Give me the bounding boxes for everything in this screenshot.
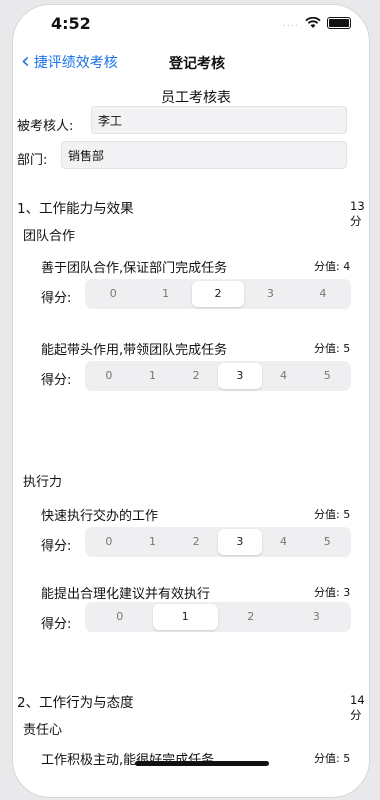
score-segmented-control[interactable]: 0 1 2 3 4 (85, 279, 351, 309)
group-title: 责任心 (23, 723, 63, 738)
item-weight: 分值: 3 (314, 586, 351, 599)
section-title: 1、工作能力与效果 (17, 201, 134, 217)
score-option-selected[interactable]: 1 (152, 604, 218, 630)
battery-icon (327, 17, 351, 29)
department-field[interactable]: 销售部 (61, 141, 347, 169)
status-time: 4:52 (51, 14, 91, 33)
score-option[interactable]: 3 (244, 281, 296, 307)
score-label: 得分: (41, 373, 72, 388)
score-label: 得分: (41, 291, 72, 306)
score-option[interactable]: 4 (262, 363, 306, 389)
score-option[interactable]: 0 (87, 604, 153, 630)
item-text: 能起带头作用,带领团队完成任务 (41, 343, 228, 358)
assessee-label: 被考核人: (17, 119, 74, 134)
status-icons: .... (282, 17, 351, 29)
section-title: 2、工作行为与态度 (17, 695, 134, 711)
phone-screen: 4:52 .... ‹ 捷评绩效考核 登记考核 员工考核表 被考核人: 李工 部… (12, 4, 370, 798)
nav-title: 登记考核 (169, 56, 225, 72)
signal-dots: .... (282, 17, 299, 29)
score-option-selected[interactable]: 3 (218, 363, 262, 389)
section-total: 13分 (350, 199, 365, 228)
score-option[interactable]: 5 (305, 363, 349, 389)
score-option[interactable]: 1 (131, 529, 175, 555)
item-weight: 分值: 4 (314, 260, 351, 273)
score-segmented-control[interactable]: 0 1 2 3 4 5 (85, 361, 351, 391)
item-weight: 分值: 5 (314, 752, 351, 765)
score-segmented-control[interactable]: 0 1 2 3 4 5 (85, 527, 351, 557)
group-title: 团队合作 (23, 229, 76, 244)
score-option[interactable]: 5 (305, 529, 349, 555)
score-label: 得分: (41, 539, 72, 554)
score-option[interactable]: 0 (87, 281, 139, 307)
score-option[interactable]: 4 (297, 281, 349, 307)
home-indicator[interactable] (135, 761, 269, 766)
item-weight: 分值: 5 (314, 508, 351, 521)
score-option-selected[interactable]: 3 (218, 529, 262, 555)
wifi-icon (305, 17, 321, 28)
score-label: 得分: (41, 617, 72, 632)
group-title: 执行力 (23, 475, 63, 490)
score-option[interactable]: 1 (139, 281, 191, 307)
score-option[interactable]: 2 (218, 604, 284, 630)
score-option[interactable]: 3 (284, 604, 350, 630)
assessee-field[interactable]: 李工 (91, 106, 347, 134)
item-text: 善于团队合作,保证部门完成任务 (41, 261, 228, 276)
score-option[interactable]: 2 (174, 529, 218, 555)
item-text: 快速执行交办的工作 (41, 509, 159, 524)
item-weight: 分值: 5 (314, 342, 351, 355)
section-total: 14分 (350, 693, 365, 722)
score-option[interactable]: 1 (131, 363, 175, 389)
score-option[interactable]: 2 (174, 363, 218, 389)
item-text: 能提出合理化建议并有效执行 (41, 587, 211, 602)
assessee-value: 李工 (98, 113, 123, 128)
department-label: 部门: (17, 153, 48, 168)
score-option[interactable]: 0 (87, 363, 131, 389)
score-option-selected[interactable]: 2 (191, 281, 245, 307)
form-title: 员工考核表 (161, 90, 231, 106)
score-segmented-control[interactable]: 0 1 2 3 (85, 602, 351, 632)
department-value: 销售部 (68, 148, 105, 163)
score-option[interactable]: 0 (87, 529, 131, 555)
score-option[interactable]: 4 (262, 529, 306, 555)
